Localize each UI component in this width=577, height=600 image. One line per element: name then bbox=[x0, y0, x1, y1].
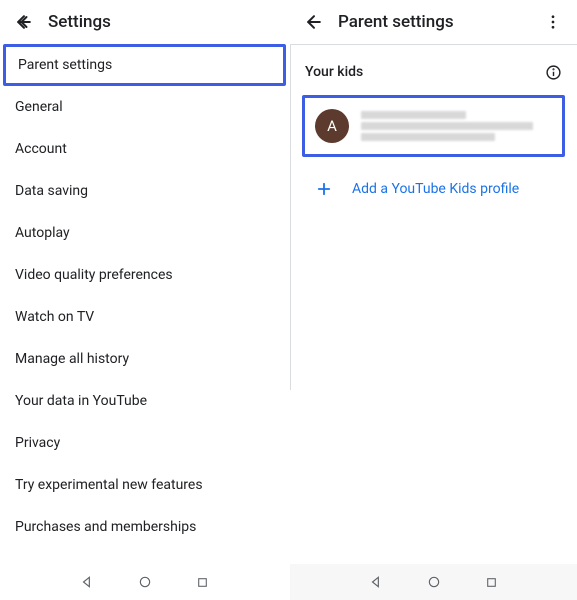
parent-settings-appbar: Parent settings bbox=[290, 0, 577, 44]
nav-back-button[interactable] bbox=[368, 574, 384, 590]
kid-profile-card[interactable]: A bbox=[302, 95, 565, 157]
triangle-left-icon bbox=[80, 575, 94, 589]
section-title: Your kids bbox=[305, 64, 363, 80]
nav-back-button[interactable] bbox=[79, 574, 95, 590]
settings-item-privacy[interactable]: Privacy bbox=[0, 422, 289, 464]
settings-item-watch-on-tv[interactable]: Watch on TV bbox=[0, 296, 289, 338]
settings-item-experimental[interactable]: Try experimental new features bbox=[0, 464, 289, 506]
square-icon bbox=[485, 576, 498, 589]
nav-home-button[interactable] bbox=[137, 574, 153, 590]
overflow-menu-button[interactable] bbox=[537, 6, 569, 38]
info-icon bbox=[545, 64, 562, 81]
arrow-left-icon bbox=[304, 12, 324, 32]
page-title: Parent settings bbox=[338, 12, 454, 32]
circle-icon bbox=[138, 575, 152, 589]
settings-item-video-quality[interactable]: Video quality preferences bbox=[0, 254, 289, 296]
settings-item-autoplay[interactable]: Autoplay bbox=[0, 212, 289, 254]
circle-icon bbox=[427, 575, 441, 589]
arrow-left-icon bbox=[14, 12, 34, 32]
settings-item-data-saving[interactable]: Data saving bbox=[0, 170, 289, 212]
add-kids-profile-label: Add a YouTube Kids profile bbox=[352, 181, 519, 197]
settings-appbar: Settings bbox=[0, 0, 289, 44]
settings-item-general[interactable]: General bbox=[0, 86, 289, 128]
pane-divider bbox=[290, 44, 291, 390]
settings-item-parent-settings[interactable]: Parent settings bbox=[3, 44, 286, 86]
settings-item-your-data[interactable]: Your data in YouTube bbox=[0, 380, 289, 422]
settings-item-account[interactable]: Account bbox=[0, 128, 289, 170]
nav-recent-button[interactable] bbox=[195, 574, 211, 590]
back-button[interactable] bbox=[8, 6, 40, 38]
kid-profile-details-redacted bbox=[361, 108, 552, 144]
settings-item-manage-history[interactable]: Manage all history bbox=[0, 338, 289, 380]
back-button[interactable] bbox=[298, 6, 330, 38]
settings-list: Parent settings General Account Data sav… bbox=[0, 44, 289, 564]
square-icon bbox=[196, 576, 209, 589]
page-title: Settings bbox=[48, 12, 111, 32]
add-kids-profile-button[interactable]: Add a YouTube Kids profile bbox=[290, 163, 577, 215]
avatar: A bbox=[315, 109, 349, 143]
settings-item-purchases[interactable]: Purchases and memberships bbox=[0, 506, 289, 548]
nav-home-button[interactable] bbox=[426, 574, 442, 590]
plus-icon bbox=[312, 177, 336, 201]
android-navbar bbox=[0, 564, 289, 600]
nav-recent-button[interactable] bbox=[484, 574, 500, 590]
more-vert-icon bbox=[544, 13, 562, 31]
your-kids-section-header: Your kids bbox=[290, 45, 577, 89]
android-navbar bbox=[290, 564, 577, 600]
triangle-left-icon bbox=[369, 575, 383, 589]
info-button[interactable] bbox=[544, 63, 562, 81]
